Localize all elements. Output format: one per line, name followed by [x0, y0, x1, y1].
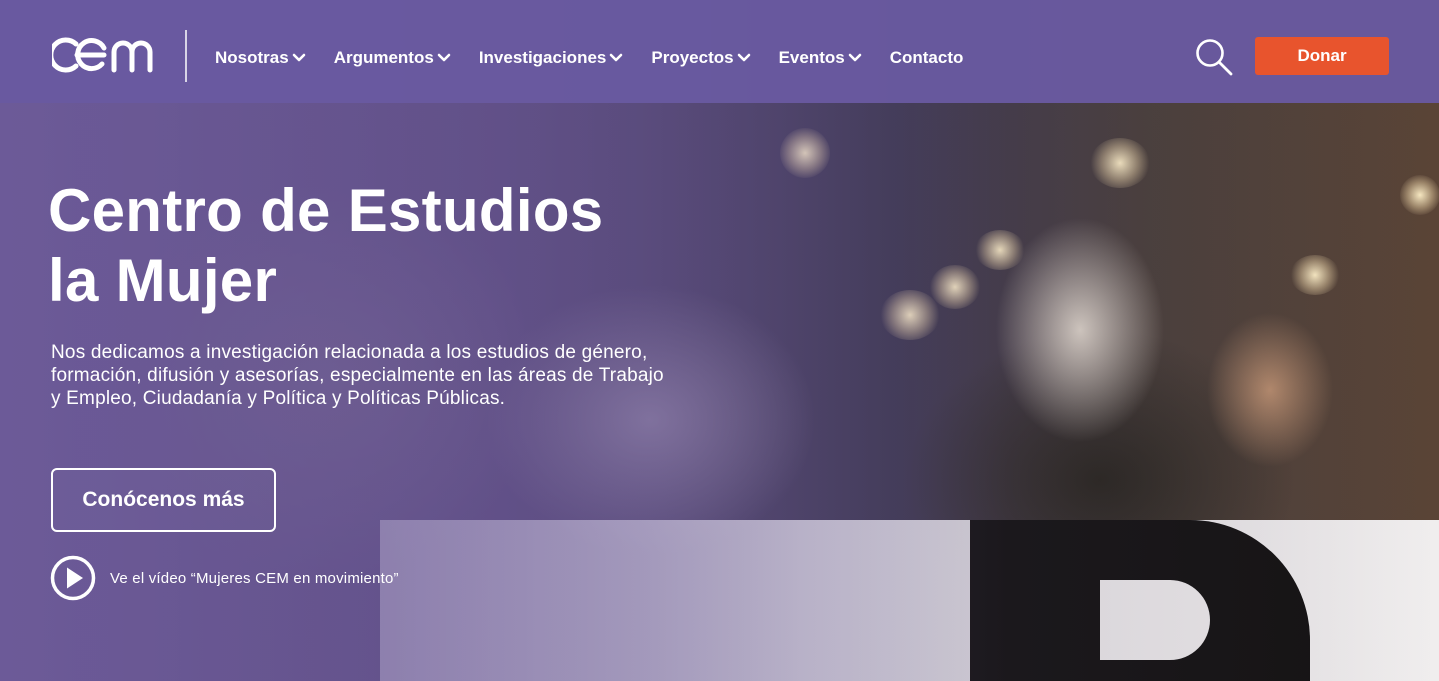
chevron-down-icon — [737, 53, 750, 62]
chevron-down-icon — [437, 53, 451, 62]
watch-video-link[interactable]: Ve el vídeo “Mujeres CEM en movimiento” — [50, 554, 399, 602]
nav-item-label: Nosotras — [215, 48, 289, 67]
main-nav: Nosotras Argumentos Investigaciones Proy… — [215, 46, 991, 70]
nav-item-proyectos[interactable]: Proyectos — [651, 48, 750, 68]
header-divider — [185, 30, 187, 82]
about-us-button[interactable]: Conócenos más — [51, 468, 276, 532]
chevron-down-icon — [610, 53, 623, 62]
nav-item-label: Eventos — [778, 48, 845, 67]
play-circle-icon[interactable] — [50, 555, 96, 601]
cem-logo[interactable]: cem — [52, 34, 160, 76]
nav-item-investigaciones[interactable]: Investigaciones — [479, 48, 624, 68]
nav-item-label: Proyectos — [651, 48, 734, 67]
nav-item-label: Contacto — [889, 48, 964, 67]
hero-title-line-1: Centro de Estudios — [48, 177, 604, 244]
chevron-down-icon — [292, 53, 305, 62]
nav-item-label: Argumentos — [333, 48, 434, 67]
nav-item-eventos[interactable]: Eventos — [779, 48, 862, 68]
nav-item-argumentos[interactable]: Argumentos — [334, 48, 451, 68]
site-header: cem Nosotras Argumentos Investigaciones … — [0, 0, 1439, 103]
donate-button[interactable]: Donar — [1255, 37, 1389, 75]
watch-video-label: Ve el vídeo “Mujeres CEM en movimiento” — [110, 569, 399, 587]
hero-description: Nos dedicamos a investigación relacionad… — [51, 342, 664, 409]
hero-title-line-2: la Mujer — [48, 247, 278, 314]
nav-item-contacto[interactable]: Contacto — [890, 48, 964, 68]
search-icon[interactable] — [1194, 37, 1234, 77]
nav-item-label: Investigaciones — [478, 48, 607, 67]
hero-title: Centro de Estudios la Mujer — [48, 176, 688, 316]
chevron-down-icon — [848, 53, 862, 62]
nav-item-nosotras[interactable]: Nosotras — [215, 48, 306, 68]
